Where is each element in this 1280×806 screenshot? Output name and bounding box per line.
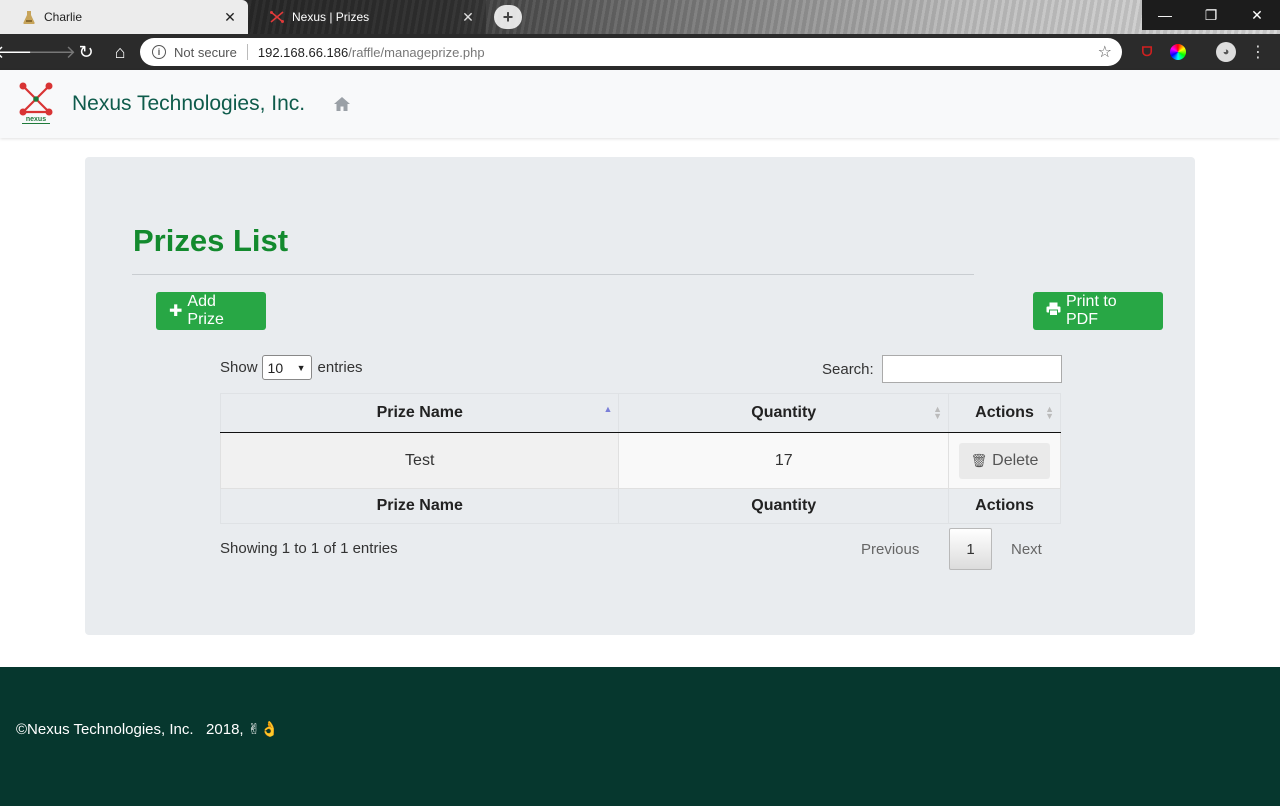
pagination-previous[interactable]: Previous <box>861 528 919 570</box>
home-icon[interactable] <box>333 95 351 113</box>
column-header-prize-name[interactable]: Prize Name ▲ <box>219 393 620 433</box>
footer-quantity: Quantity <box>618 488 950 524</box>
url-host: 192.168.66.186 <box>257 44 349 60</box>
window-close-icon[interactable]: ✕ <box>1234 0 1280 30</box>
prize-name-cell: Test <box>219 432 620 489</box>
tab-close-icon[interactable]: ✕ <box>460 9 476 26</box>
minimize-icon[interactable]: — <box>1142 0 1188 30</box>
profile-avatar-icon[interactable]: ◕ <box>1216 42 1236 62</box>
add-prize-button[interactable]: ✚ Add Prize <box>156 292 266 330</box>
url-path: /raffle/manageprize.php <box>348 44 485 60</box>
show-label: Show <box>220 359 258 376</box>
home-button-icon[interactable]: ⌂ <box>104 36 136 68</box>
footer-copyright: ©Nexus Technologies, Inc. 2018, ✌👌 <box>16 721 279 738</box>
svg-text:nexus: nexus <box>26 116 46 123</box>
quantity-cell: 17 <box>618 432 950 489</box>
column-header-actions[interactable]: Actions ▲ ▼ <box>948 393 1061 433</box>
nexus-favicon-icon <box>270 10 284 24</box>
table-row: Test 17 🗑 Delete <box>219 432 1061 489</box>
printer-icon <box>1046 302 1061 321</box>
sort-ascending-icon: ▲ <box>603 404 613 414</box>
plus-icon: ✚ <box>169 303 183 320</box>
print-to-pdf-label: Print to PDF <box>1066 293 1117 328</box>
site-footer: ©Nexus Technologies, Inc. 2018, ✌👌 <box>0 667 1280 806</box>
table-header-row: Prize Name ▲ Quantity ▲ ▼ Actions ▲ ▼ <box>219 393 1061 433</box>
extension-shield-icon[interactable]: ᗜ <box>1137 42 1157 62</box>
delete-button[interactable]: 🗑 Delete <box>958 442 1051 479</box>
column-header-label: Actions <box>975 404 1034 421</box>
brand-name[interactable]: Nexus Technologies, Inc. <box>72 92 305 116</box>
new-tab-button[interactable]: + <box>494 5 522 29</box>
info-icon[interactable]: i <box>152 45 166 59</box>
entries-label: entries <box>317 359 363 376</box>
address-bar[interactable]: i Not secure 192.168.66.186/raffle/manag… <box>140 38 1122 66</box>
search-label: Search: <box>822 360 874 378</box>
entries-length-control: Show 10 ▼ entries <box>220 355 363 380</box>
browser-menu-icon[interactable]: ⋮ <box>1248 42 1268 62</box>
prizes-table: Prize Name ▲ Quantity ▲ ▼ Actions ▲ ▼ Test… <box>219 393 1061 524</box>
table-footer-row: Prize Name Quantity Actions <box>219 488 1061 524</box>
security-label: Not secure <box>174 44 237 60</box>
sort-both-icon: ▲ ▼ <box>1045 404 1054 421</box>
pagination-next[interactable]: Next <box>1011 528 1042 570</box>
actions-cell: 🗑 Delete <box>948 432 1061 489</box>
browser-toolbar: 🡐 🡒 ↻ ⌂ i Not secure 192.168.66.186/raff… <box>0 34 1280 70</box>
tab-close-icon[interactable]: ✕ <box>222 9 238 26</box>
forward-icon[interactable]: 🡒 <box>28 36 76 68</box>
reload-icon[interactable]: ↻ <box>70 36 102 68</box>
page-title: Prizes List <box>133 223 289 258</box>
site-navbar: nexus Nexus Technologies, Inc. <box>0 70 1280 138</box>
title-divider <box>132 274 974 275</box>
column-header-label: Prize Name <box>376 404 463 421</box>
tab-title: Charlie <box>44 10 83 24</box>
column-header-quantity[interactable]: Quantity ▲ ▼ <box>618 393 950 433</box>
column-header-label: Quantity <box>751 404 817 421</box>
flask-icon <box>22 10 36 24</box>
browser-tab-nexus-prizes[interactable]: Nexus | Prizes ✕ <box>248 0 486 34</box>
browser-tabstrip: Charlie ✕ Nexus | Prizes ✕ + — ❐ ✕ <box>0 0 1280 34</box>
bookmark-star-icon[interactable]: ☆ <box>1098 42 1112 62</box>
print-to-pdf-button[interactable]: Print to PDF <box>1033 292 1163 330</box>
tab-title: Nexus | Prizes <box>292 10 370 24</box>
trash-icon: 🗑 <box>970 452 988 468</box>
footer-actions: Actions <box>948 488 1061 524</box>
footer-prize-name: Prize Name <box>219 488 620 524</box>
pagination-page-1[interactable]: 1 <box>949 528 992 570</box>
sort-both-icon: ▲ ▼ <box>933 404 943 421</box>
nexus-logo[interactable]: nexus <box>18 82 54 126</box>
entries-select-value: 10 <box>267 359 284 376</box>
content-card: Prizes List ✚ Add Prize Print to PDF Sho… <box>85 157 1195 635</box>
extension-color-wheel-icon[interactable] <box>1170 44 1186 60</box>
search-control: Search: <box>822 355 1062 383</box>
browser-tab-charlie[interactable]: Charlie ✕ <box>0 0 248 34</box>
entries-select[interactable]: 10 ▼ <box>261 355 312 380</box>
table-info: Showing 1 to 1 of 1 entries <box>220 540 398 557</box>
address-divider <box>246 44 248 60</box>
add-prize-label: Add Prize <box>187 293 224 328</box>
chevron-down-icon: ▼ <box>296 362 306 373</box>
restore-icon[interactable]: ❐ <box>1188 0 1234 30</box>
delete-label: Delete <box>992 451 1039 469</box>
search-input[interactable] <box>881 355 1062 383</box>
